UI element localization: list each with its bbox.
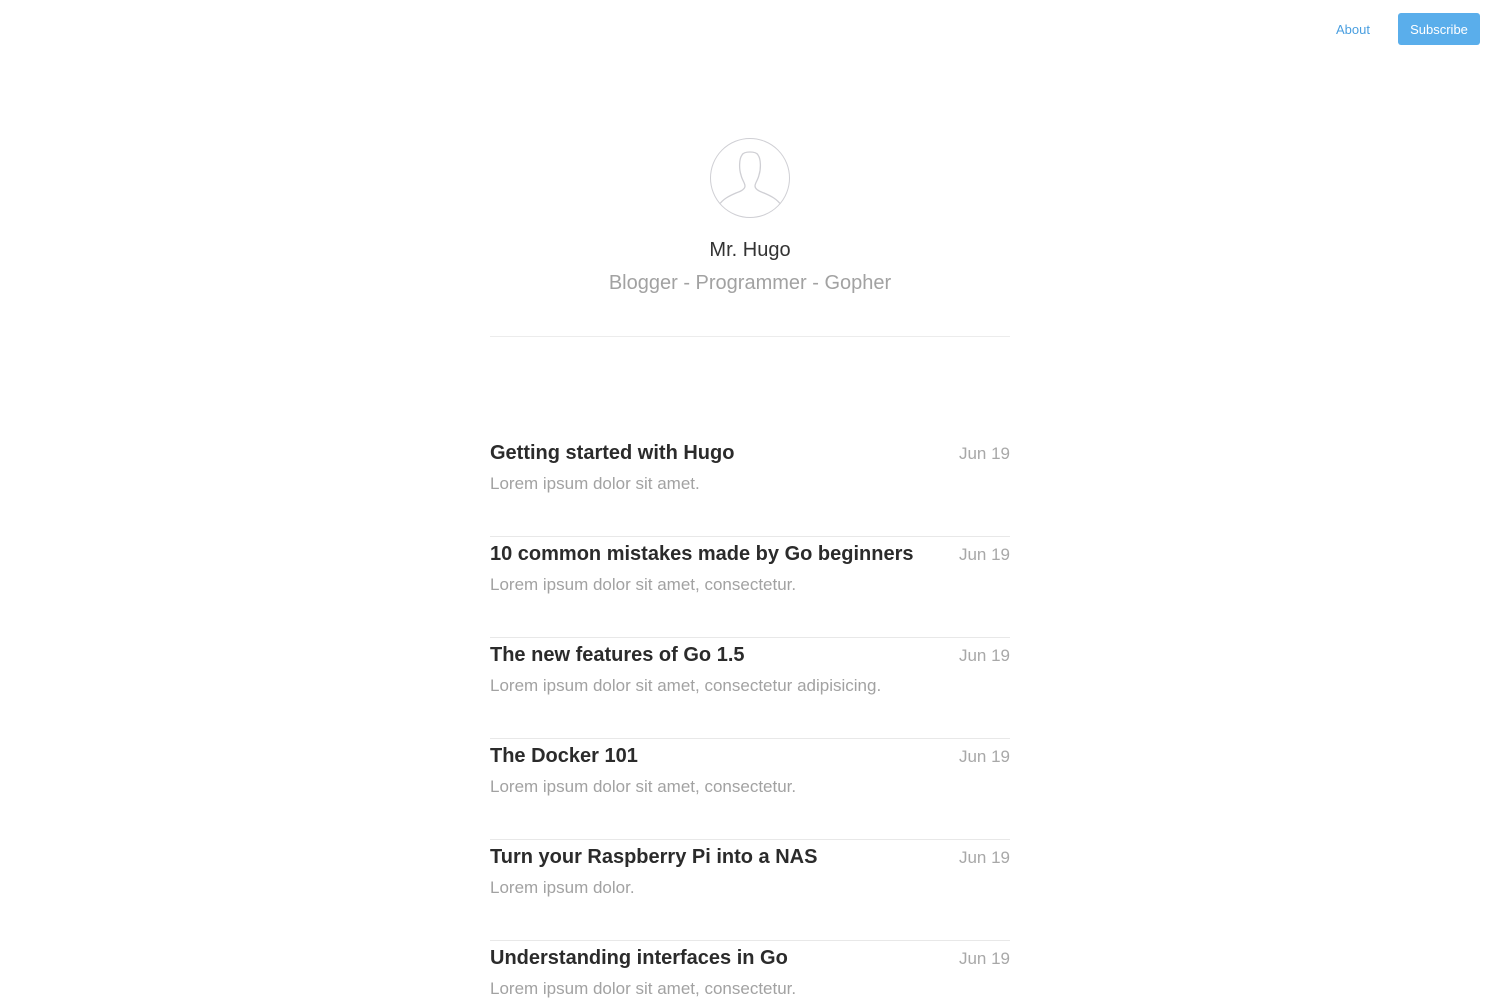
- author-name: Mr. Hugo: [709, 239, 791, 261]
- post-excerpt: Lorem ipsum dolor sit amet, consectetur.: [490, 979, 797, 998]
- post-excerpt: Lorem ipsum dolor sit amet, consectetur.: [490, 575, 797, 594]
- post-date: Jun 19: [958, 747, 1010, 766]
- post-date: Jun 19: [958, 949, 1010, 968]
- subscribe-button[interactable]: Subscribe: [1398, 13, 1480, 45]
- post-item: The new features of Go 1.5 Jun 19 Lorem …: [490, 639, 1010, 739]
- post-title-link[interactable]: 10 common mistakes made by Go beginners: [490, 542, 913, 566]
- post-item: Turn your Raspberry Pi into a NAS Jun 19…: [490, 841, 1010, 941]
- post-title-link[interactable]: The Docker 101: [490, 744, 638, 768]
- post-date: Jun 19: [958, 444, 1010, 463]
- post-date: Jun 19: [958, 545, 1010, 564]
- post-title-link[interactable]: Understanding interfaces in Go: [490, 946, 788, 970]
- post-excerpt: Lorem ipsum dolor sit amet.: [490, 474, 700, 493]
- user-silhouette-icon: [718, 151, 782, 206]
- post-item: 10 common mistakes made by Go beginners …: [490, 538, 1010, 638]
- post-title-link[interactable]: Turn your Raspberry Pi into a NAS: [490, 845, 817, 869]
- post-date: Jun 19: [958, 646, 1010, 665]
- post-excerpt: Lorem ipsum dolor sit amet, consectetur.: [490, 777, 797, 796]
- post-list: Getting started with Hugo Jun 19 Lorem i…: [490, 437, 1010, 1000]
- post-title-link[interactable]: Getting started with Hugo: [490, 441, 734, 465]
- author-tagline: Blogger - Programmer - Gopher: [608, 272, 892, 294]
- post-item: Getting started with Hugo Jun 19 Lorem i…: [490, 437, 1010, 537]
- avatar: [710, 138, 790, 218]
- post-excerpt: Lorem ipsum dolor sit amet, consectetur …: [490, 676, 882, 695]
- profile-header: Mr. Hugo Blogger - Programmer - Gopher: [0, 138, 1500, 294]
- divider: [490, 336, 1010, 337]
- post-title-link[interactable]: The new features of Go 1.5: [490, 643, 745, 667]
- post-item: Understanding interfaces in Go Jun 19 Lo…: [490, 942, 1010, 1000]
- page: About Subscribe Mr. Hugo Blogger - Progr…: [0, 0, 1500, 1000]
- top-nav: About Subscribe: [1336, 13, 1480, 45]
- nav-about-link[interactable]: About: [1336, 22, 1370, 37]
- post-date: Jun 19: [958, 848, 1010, 867]
- post-item: The Docker 101 Jun 19 Lorem ipsum dolor …: [490, 740, 1010, 840]
- post-excerpt: Lorem ipsum dolor.: [490, 878, 635, 897]
